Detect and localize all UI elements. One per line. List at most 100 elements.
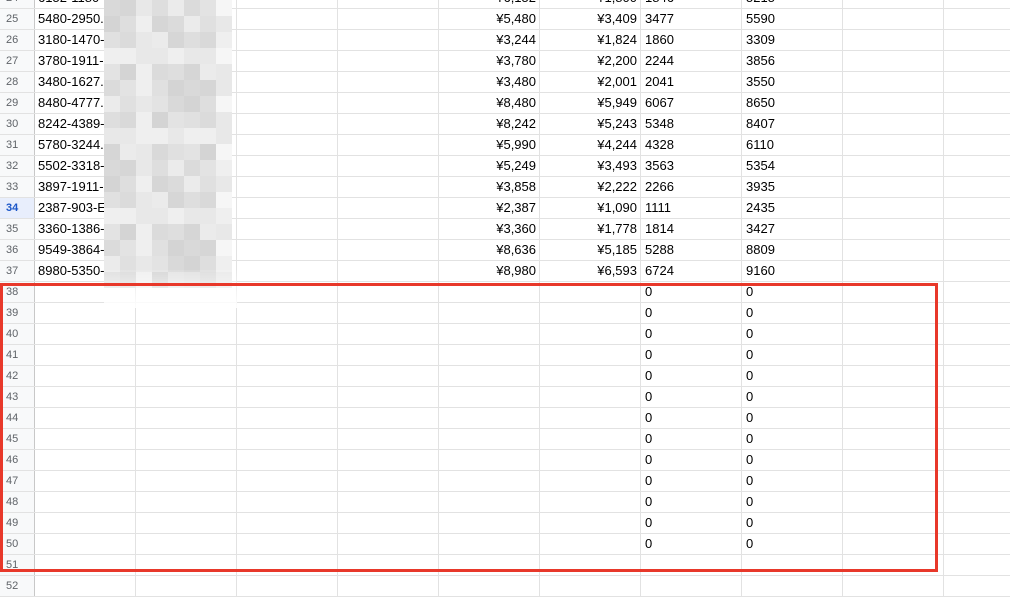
cell-i[interactable] [843, 408, 944, 428]
cell-j[interactable] [944, 51, 1010, 71]
cell-j[interactable] [944, 30, 1010, 50]
cell-e[interactable] [439, 282, 540, 302]
cell-e[interactable]: ¥6,152 [439, 0, 540, 8]
cell-e[interactable]: ¥2,387 [439, 198, 540, 218]
row-header[interactable]: 25 [0, 9, 35, 29]
cell-c[interactable] [237, 408, 338, 428]
cell-h[interactable]: 8650 [742, 93, 843, 113]
cell-c[interactable] [237, 177, 338, 197]
cell-j[interactable] [944, 450, 1010, 470]
cell-c[interactable] [237, 114, 338, 134]
row-header[interactable]: 39 [0, 303, 35, 323]
cell-j[interactable] [944, 240, 1010, 260]
cell-g[interactable]: 2041 [641, 72, 742, 92]
cell-g[interactable]: 1814 [641, 219, 742, 239]
cell-h[interactable]: 0 [742, 324, 843, 344]
cell-d[interactable] [338, 72, 439, 92]
cell-j[interactable] [944, 366, 1010, 386]
cell-f[interactable] [540, 555, 641, 575]
cell-c[interactable] [237, 282, 338, 302]
cell-e[interactable] [439, 366, 540, 386]
cell-a[interactable] [35, 534, 136, 554]
row-header[interactable]: 33 [0, 177, 35, 197]
cell-f[interactable] [540, 450, 641, 470]
cell-e[interactable]: ¥8,980 [439, 261, 540, 281]
cell-f[interactable]: ¥3,493 [540, 156, 641, 176]
cell-h[interactable]: 5590 [742, 9, 843, 29]
cell-j[interactable] [944, 324, 1010, 344]
cell-g[interactable]: 0 [641, 366, 742, 386]
cell-j[interactable] [944, 177, 1010, 197]
cell-j[interactable] [944, 219, 1010, 239]
cell-f[interactable]: ¥5,949 [540, 93, 641, 113]
cell-j[interactable] [944, 513, 1010, 533]
cell-d[interactable] [338, 282, 439, 302]
cell-e[interactable]: ¥5,480 [439, 9, 540, 29]
row-header[interactable]: 32 [0, 156, 35, 176]
row-header[interactable]: 49 [0, 513, 35, 533]
cell-e[interactable] [439, 513, 540, 533]
cell-h[interactable]: 3935 [742, 177, 843, 197]
cell-e[interactable] [439, 345, 540, 365]
cell-e[interactable]: ¥5,249 [439, 156, 540, 176]
table-row[interactable]: 42 0 0 [0, 366, 1010, 387]
row-header[interactable]: 52 [0, 576, 35, 596]
cell-d[interactable] [338, 471, 439, 491]
cell-h[interactable]: 9160 [742, 261, 843, 281]
cell-h[interactable]: 0 [742, 513, 843, 533]
cell-h[interactable]: 0 [742, 450, 843, 470]
cell-j[interactable] [944, 261, 1010, 281]
cell-g[interactable]: 4328 [641, 135, 742, 155]
cell-h[interactable] [742, 576, 843, 596]
cell-g[interactable] [641, 555, 742, 575]
cell-j[interactable] [944, 303, 1010, 323]
row-header[interactable]: 45 [0, 429, 35, 449]
cell-f[interactable]: ¥2,200 [540, 51, 641, 71]
cell-i[interactable] [843, 135, 944, 155]
cell-d[interactable] [338, 492, 439, 512]
cell-e[interactable] [439, 471, 540, 491]
cell-d[interactable] [338, 513, 439, 533]
cell-c[interactable] [237, 450, 338, 470]
cell-c[interactable] [237, 9, 338, 29]
cell-h[interactable]: 3550 [742, 72, 843, 92]
cell-g[interactable]: 0 [641, 513, 742, 533]
cell-d[interactable] [338, 366, 439, 386]
cell-j[interactable] [944, 93, 1010, 113]
cell-j[interactable] [944, 0, 1010, 8]
row-header[interactable]: 36 [0, 240, 35, 260]
cell-j[interactable] [944, 408, 1010, 428]
cell-h[interactable]: 0 [742, 282, 843, 302]
cell-h[interactable]: 5354 [742, 156, 843, 176]
cell-e[interactable]: ¥8,636 [439, 240, 540, 260]
cell-g[interactable]: 0 [641, 534, 742, 554]
cell-d[interactable] [338, 93, 439, 113]
row-header[interactable]: 46 [0, 450, 35, 470]
row-header[interactable]: 47 [0, 471, 35, 491]
cell-j[interactable] [944, 387, 1010, 407]
cell-h[interactable]: 0 [742, 534, 843, 554]
row-header[interactable]: 34 [0, 198, 35, 218]
cell-b[interactable] [136, 408, 237, 428]
cell-e[interactable] [439, 387, 540, 407]
cell-i[interactable] [843, 471, 944, 491]
cell-e[interactable] [439, 324, 540, 344]
cell-b[interactable] [136, 345, 237, 365]
cell-f[interactable] [540, 429, 641, 449]
cell-c[interactable] [237, 513, 338, 533]
cell-d[interactable] [338, 261, 439, 281]
cell-d[interactable] [338, 429, 439, 449]
row-header[interactable]: 29 [0, 93, 35, 113]
row-header[interactable]: 50 [0, 534, 35, 554]
row-header[interactable]: 48 [0, 492, 35, 512]
cell-h[interactable]: 0 [742, 366, 843, 386]
cell-f[interactable] [540, 471, 641, 491]
cell-f[interactable]: ¥1,778 [540, 219, 641, 239]
cell-g[interactable]: 0 [641, 471, 742, 491]
row-header[interactable]: 35 [0, 219, 35, 239]
cell-i[interactable] [843, 30, 944, 50]
cell-a[interactable] [35, 492, 136, 512]
cell-i[interactable] [843, 9, 944, 29]
table-row[interactable]: 41 0 0 [0, 345, 1010, 366]
cell-d[interactable] [338, 219, 439, 239]
